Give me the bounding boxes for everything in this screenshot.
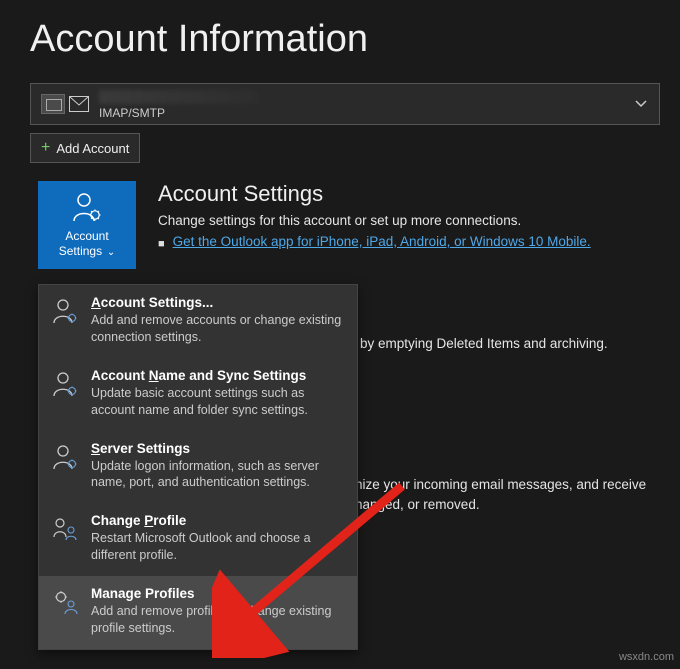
rules-desc-fragment: nize your incoming email messages, and r…: [355, 475, 646, 516]
account-settings-dropdown-menu: Account Settings... Add and remove accou…: [38, 284, 358, 650]
account-protocol: IMAP/SMTP: [99, 106, 259, 120]
person-gear-icon: [70, 191, 104, 223]
menu-item-title: Account Name and Sync Settings: [91, 368, 345, 383]
menu-item-server-settings[interactable]: Server Settings Update logon information…: [39, 431, 357, 504]
bullet-icon: ■: [158, 238, 165, 250]
section-title: Account Settings: [158, 181, 660, 207]
mailbox-desc-fragment: by emptying Deleted Items and archiving.: [360, 336, 608, 351]
menu-item-manage-profiles[interactable]: Manage Profiles Add and remove profiles …: [39, 576, 357, 649]
add-account-button[interactable]: + Add Account: [30, 133, 140, 163]
account-selector-dropdown[interactable]: IMAP/SMTP: [30, 83, 660, 125]
outlook-app-link[interactable]: Get the Outlook app for iPhone, iPad, An…: [173, 234, 591, 249]
tile-label-line2: Settings: [59, 244, 102, 258]
menu-item-title: Account Settings...: [91, 295, 345, 310]
menu-item-title: Manage Profiles: [91, 586, 345, 601]
menu-item-title: Change Profile: [91, 513, 345, 528]
add-account-label: Add Account: [56, 141, 129, 156]
plus-icon: +: [41, 139, 50, 157]
menu-item-desc: Add and remove profiles or change existi…: [91, 603, 345, 637]
page-title: Account Information: [0, 0, 680, 83]
chevron-down-icon: [635, 100, 647, 108]
person-gear-icon: [49, 368, 81, 419]
mailbox-thumb-icon: [41, 94, 65, 114]
account-name-redacted: [99, 90, 259, 104]
menu-item-account-settings[interactable]: Account Settings... Add and remove accou…: [39, 285, 357, 358]
menu-item-desc: Add and remove accounts or change existi…: [91, 312, 345, 346]
menu-item-title: Server Settings: [91, 441, 345, 456]
menu-item-desc: Restart Microsoft Outlook and choose a d…: [91, 530, 345, 564]
gear-profile-icon: [49, 586, 81, 637]
section-desc: Change settings for this account or set …: [158, 213, 660, 228]
watermark: wsxdn.com: [619, 651, 674, 663]
person-gear-icon: [49, 295, 81, 346]
person-gear-icon: [49, 441, 81, 492]
menu-item-change-profile[interactable]: Change Profile Restart Microsoft Outlook…: [39, 503, 357, 576]
tile-label-line1: Account: [65, 229, 108, 243]
profile-swap-icon: [49, 513, 81, 564]
menu-item-name-sync[interactable]: Account Name and Sync Settings Update ba…: [39, 358, 357, 431]
chevron-down-icon: ⌄: [104, 247, 115, 258]
menu-item-desc: Update logon information, such as server…: [91, 458, 345, 492]
account-settings-tile-button[interactable]: Account Settings ⌄: [38, 181, 136, 269]
envelope-icon: [69, 96, 89, 112]
menu-item-desc: Update basic account settings such as ac…: [91, 385, 345, 419]
